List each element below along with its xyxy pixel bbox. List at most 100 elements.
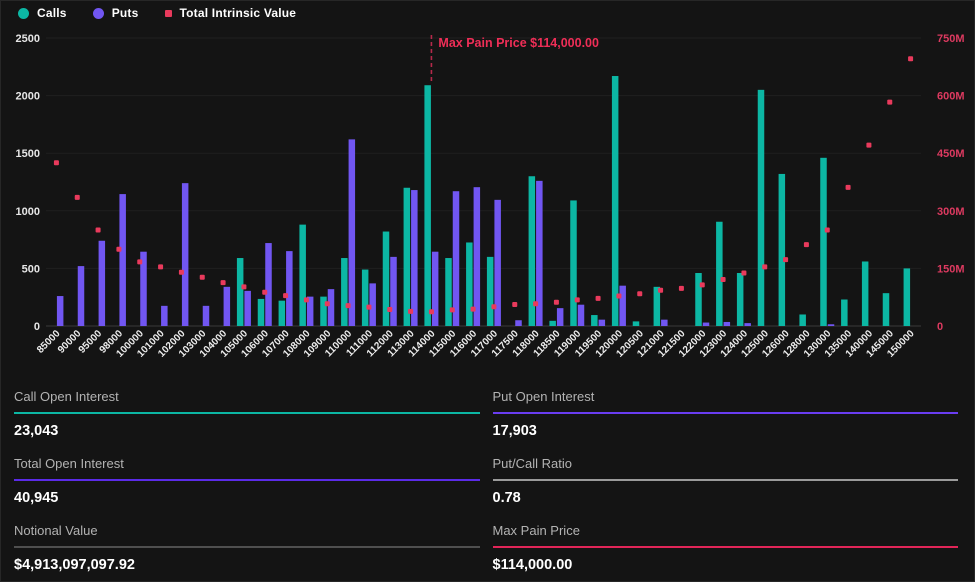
puts-bar[interactable] [578,305,585,326]
puts-bar[interactable] [224,287,231,326]
puts-bar[interactable] [349,139,356,326]
intrinsic-value-dot[interactable] [450,307,455,312]
intrinsic-value-dot[interactable] [158,264,163,269]
calls-bar[interactable] [695,273,702,326]
intrinsic-value-dot[interactable] [200,275,205,280]
puts-bar[interactable] [161,306,168,326]
calls-bar[interactable] [258,299,265,326]
calls-bar[interactable] [445,258,452,326]
puts-bar[interactable] [57,296,64,326]
puts-bar[interactable] [744,323,751,326]
intrinsic-value-dot[interactable] [596,296,601,301]
intrinsic-value-dot[interactable] [825,228,830,233]
intrinsic-value-dot[interactable] [221,280,226,285]
calls-bar[interactable] [716,222,723,326]
puts-bar[interactable] [619,286,626,326]
intrinsic-value-dot[interactable] [741,271,746,276]
puts-bar[interactable] [474,187,481,326]
intrinsic-value-dot[interactable] [408,309,413,314]
intrinsic-value-dot[interactable] [137,259,142,264]
calls-bar[interactable] [737,273,744,326]
calls-bar[interactable] [904,268,911,326]
intrinsic-value-dot[interactable] [96,228,101,233]
intrinsic-value-dot[interactable] [116,247,121,252]
calls-bar[interactable] [841,300,848,326]
puts-bar[interactable] [599,320,606,326]
intrinsic-value-dot[interactable] [804,242,809,247]
intrinsic-value-dot[interactable] [471,307,476,312]
intrinsic-value-dot[interactable] [846,185,851,190]
puts-bar[interactable] [328,289,335,326]
intrinsic-value-dot[interactable] [554,300,559,305]
calls-bar[interactable] [779,174,786,326]
puts-bar[interactable] [453,191,460,326]
calls-bar[interactable] [466,242,473,326]
calls-bar[interactable] [404,188,411,326]
calls-bar[interactable] [424,85,431,326]
stat-notional-value: Notional Value $4,913,097,097.92 [14,523,480,574]
intrinsic-value-dot[interactable] [533,301,538,306]
puts-bar[interactable] [119,194,126,326]
intrinsic-value-dot[interactable] [325,301,330,306]
puts-bar[interactable] [78,266,85,326]
puts-bar[interactable] [661,320,668,326]
puts-bar[interactable] [203,306,210,326]
calls-bar[interactable] [612,76,619,326]
puts-bar[interactable] [182,183,189,326]
intrinsic-value-dot[interactable] [304,297,309,302]
intrinsic-value-dot[interactable] [700,282,705,287]
puts-bar[interactable] [724,322,731,326]
intrinsic-value-dot[interactable] [783,257,788,262]
intrinsic-value-dot[interactable] [262,290,267,295]
puts-bar[interactable] [286,251,293,326]
intrinsic-value-dot[interactable] [179,270,184,275]
calls-bar[interactable] [237,258,244,326]
puts-bar[interactable] [411,190,418,326]
intrinsic-value-dot[interactable] [75,195,80,200]
intrinsic-value-dot[interactable] [366,305,371,310]
calls-bar[interactable] [570,200,577,326]
puts-bar[interactable] [432,252,439,326]
calls-bar[interactable] [549,321,556,326]
puts-bar[interactable] [703,323,710,326]
intrinsic-value-dot[interactable] [241,284,246,289]
puts-bar[interactable] [99,241,106,326]
intrinsic-value-dot[interactable] [658,288,663,293]
puts-bar[interactable] [244,291,251,326]
calls-bar[interactable] [487,257,494,326]
calls-bar[interactable] [591,315,598,326]
puts-bar[interactable] [828,324,835,326]
calls-bar[interactable] [299,225,306,326]
intrinsic-value-dot[interactable] [387,307,392,312]
calls-bar[interactable] [758,90,765,326]
stat-put-call-ratio: Put/Call Ratio 0.78 [493,456,959,507]
puts-bar[interactable] [265,243,272,326]
intrinsic-value-dot[interactable] [575,297,580,302]
intrinsic-value-dot[interactable] [637,291,642,296]
puts-bar[interactable] [557,308,564,326]
intrinsic-value-dot[interactable] [54,160,59,165]
intrinsic-value-dot[interactable] [908,56,913,61]
puts-bar[interactable] [515,320,522,326]
intrinsic-value-dot[interactable] [283,293,288,298]
calls-bar[interactable] [341,258,348,326]
intrinsic-value-dot[interactable] [721,277,726,282]
calls-bar[interactable] [362,270,369,326]
intrinsic-value-dot[interactable] [491,304,496,309]
calls-bar[interactable] [820,158,827,326]
puts-bar[interactable] [390,257,397,326]
calls-bar[interactable] [633,321,640,326]
intrinsic-value-dot[interactable] [679,286,684,291]
intrinsic-value-dot[interactable] [866,143,871,148]
intrinsic-value-dot[interactable] [762,264,767,269]
intrinsic-value-dot[interactable] [512,302,517,307]
intrinsic-value-dot[interactable] [429,309,434,314]
intrinsic-value-dot[interactable] [346,303,351,308]
calls-bar[interactable] [320,297,327,326]
calls-bar[interactable] [799,314,806,326]
calls-bar[interactable] [883,293,890,326]
intrinsic-value-dot[interactable] [887,100,892,105]
calls-bar[interactable] [279,301,286,326]
intrinsic-value-dot[interactable] [616,294,621,299]
calls-bar[interactable] [862,261,869,326]
